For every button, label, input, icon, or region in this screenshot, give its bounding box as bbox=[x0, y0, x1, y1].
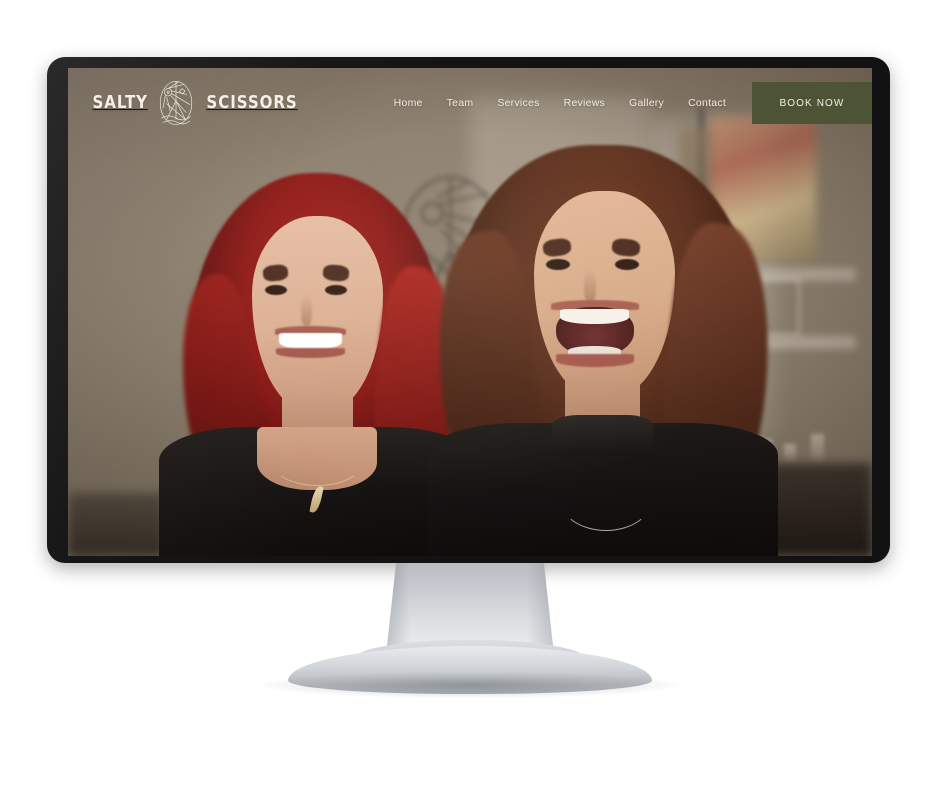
stylist-right bbox=[425, 141, 787, 556]
mock-neck-collar bbox=[552, 414, 653, 457]
nav-link-reviews[interactable]: Reviews bbox=[564, 97, 605, 109]
product-bottle bbox=[810, 434, 824, 464]
eye bbox=[265, 284, 288, 295]
lower-lip bbox=[276, 347, 345, 358]
nav-link-services[interactable]: Services bbox=[497, 97, 539, 109]
website-viewport: SALTY SCISSORS Home Team Services Review… bbox=[68, 68, 872, 556]
nose bbox=[300, 294, 312, 326]
monitor-drop-shadow bbox=[262, 672, 678, 698]
eye bbox=[325, 284, 348, 295]
hero-photo bbox=[68, 68, 872, 556]
eyebrow bbox=[322, 264, 350, 282]
brand-logo[interactable]: SALTY SCISSORS bbox=[88, 75, 305, 131]
book-now-button[interactable]: BOOK NOW bbox=[752, 82, 872, 124]
eye bbox=[615, 259, 639, 271]
salon-counter-left bbox=[68, 492, 165, 556]
monitor-screen: SALTY SCISSORS Home Team Services Review… bbox=[68, 68, 872, 556]
nav-link-contact[interactable]: Contact bbox=[688, 97, 726, 109]
eyebrow bbox=[261, 263, 288, 283]
stylist-left bbox=[158, 166, 476, 556]
monitor-mockup-stage: SALTY SCISSORS Home Team Services Review… bbox=[0, 0, 940, 788]
upper-teeth bbox=[560, 308, 630, 324]
nav-link-team[interactable]: Team bbox=[447, 97, 474, 109]
nav-link-home[interactable]: Home bbox=[394, 97, 423, 109]
monitor-bezel: SALTY SCISSORS Home Team Services Review… bbox=[47, 57, 890, 563]
necklace-chain bbox=[558, 465, 653, 532]
nav-link-gallery[interactable]: Gallery bbox=[629, 97, 664, 109]
product-bottle bbox=[783, 443, 797, 464]
face bbox=[251, 216, 383, 412]
eye bbox=[546, 259, 570, 271]
primary-nav: Home Team Services Reviews Gallery Conta… bbox=[394, 97, 752, 109]
lower-lip bbox=[555, 354, 634, 367]
oval-sunburst-scissors-waves-emblem-icon bbox=[154, 75, 198, 131]
necklace-chain bbox=[270, 435, 364, 486]
brand-word-right: SCISSORS bbox=[205, 93, 298, 113]
site-header: SALTY SCISSORS Home Team Services Review… bbox=[68, 68, 872, 138]
brand-word-left: SALTY bbox=[92, 93, 148, 113]
nose bbox=[583, 269, 597, 303]
